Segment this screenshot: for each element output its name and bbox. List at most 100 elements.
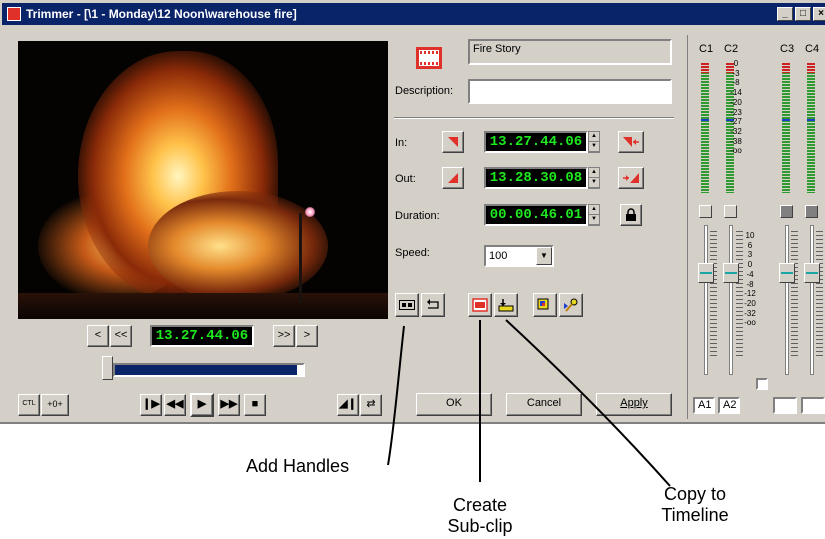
handles-icon — [399, 300, 415, 310]
rewind-button[interactable]: ◀◀ — [164, 394, 186, 416]
in-timecode[interactable]: 13.27.44.06 — [484, 131, 588, 153]
ok-button[interactable]: OK — [416, 393, 492, 416]
speed-select[interactable]: 100 ▼ — [484, 245, 554, 267]
callout-add-handles: Add Handles — [246, 456, 350, 476]
channel-label-c4: C4 — [805, 43, 820, 55]
play-button[interactable]: ▶ — [190, 393, 214, 417]
description-label: Description: — [395, 85, 454, 97]
duration-spinner[interactable]: ▲ ▼ — [588, 204, 600, 226]
clip-icon — [416, 47, 442, 69]
ctl-button[interactable]: CTL — [18, 394, 40, 416]
clip-name-field: Fire Story — [468, 39, 672, 65]
maximize-button[interactable]: □ — [795, 7, 811, 21]
link-checkbox[interactable] — [756, 378, 768, 390]
output-a4[interactable] — [801, 397, 825, 414]
position-bar-fill — [115, 365, 298, 375]
add-handles-button[interactable] — [395, 293, 419, 317]
undo-icon — [427, 299, 439, 309]
video-preview — [18, 41, 388, 319]
undo-handles-button[interactable] — [421, 293, 445, 317]
duration-label: Duration: — [395, 210, 440, 222]
mark-in-icon — [448, 137, 458, 147]
output-a1[interactable]: A1 — [693, 397, 715, 414]
callout-create-subclip-line1: Create — [452, 495, 508, 515]
output-a3[interactable] — [773, 397, 797, 414]
apply-button[interactable]: Apply — [596, 393, 672, 416]
fader-knob-c2[interactable] — [723, 263, 739, 283]
lock-icon — [626, 208, 636, 221]
callout-copy-timeline-line1: Copy to — [663, 484, 727, 504]
timeline-icon — [498, 299, 514, 312]
filmstrip-icon — [472, 298, 488, 312]
channel-label-c2: C2 — [724, 43, 739, 55]
out-label: Out: — [395, 173, 416, 185]
go-to-out-icon — [623, 173, 639, 183]
speed-value: 100 — [489, 250, 508, 262]
minimize-button[interactable]: _ — [777, 7, 793, 21]
channel-label-c1: C1 — [699, 43, 714, 55]
fast-forward-button[interactable]: ▶▶ — [218, 394, 240, 416]
go-to-out-button[interactable] — [618, 167, 644, 189]
fast-forward-jog-button[interactable]: >> — [273, 325, 295, 347]
channel-select-c2[interactable] — [724, 205, 737, 218]
go-to-in-icon — [623, 137, 639, 147]
play-to-out-button[interactable]: ◢❙ — [337, 394, 359, 416]
go-to-in-button[interactable] — [618, 131, 644, 153]
fader-scale: 10 6 3 0 -4 -8 -12 -20 -32 -oo — [744, 231, 756, 328]
channel-label-c3: C3 — [780, 43, 795, 55]
mark-out-button[interactable] — [442, 167, 464, 189]
stop-button[interactable]: ■ — [244, 394, 266, 416]
channel-select-c4[interactable] — [805, 205, 818, 218]
fader-knob-c4[interactable] — [804, 263, 820, 283]
fader-track-c2 — [729, 225, 733, 375]
channel-select-c1[interactable] — [699, 205, 712, 218]
fader-track-c1 — [704, 225, 708, 375]
callout-create-subclip-line2: Sub-clip — [447, 516, 513, 536]
duration-timecode[interactable]: 00.00.46.01 — [484, 204, 588, 226]
mark-out-icon — [448, 173, 458, 183]
level-meter-c1 — [701, 63, 709, 193]
copy-to-timeline-button[interactable] — [494, 293, 518, 317]
close-button[interactable]: × — [813, 7, 825, 21]
chevron-down-icon[interactable]: ▼ — [536, 247, 552, 265]
key-frame-icon — [537, 298, 549, 310]
fader-track-c3 — [785, 225, 789, 375]
mark-in-button[interactable] — [442, 131, 464, 153]
fader-knob-c1[interactable] — [698, 263, 714, 283]
callout-copy-timeline-line2: Timeline — [661, 505, 729, 525]
player-timecode: 13.27.44.06 — [150, 325, 254, 347]
create-subclip-button[interactable] — [468, 293, 492, 317]
trimmer-window: Trimmer - [\1 - Monday\12 Noon\warehouse… — [0, 0, 825, 424]
loop-button[interactable]: ⇄ — [360, 394, 382, 416]
play-reverse-frame-button[interactable]: ❙▶ — [140, 394, 162, 416]
description-input[interactable] — [468, 79, 672, 104]
key-icon — [564, 298, 578, 312]
speed-label: Speed: — [395, 247, 430, 259]
position-slider-thumb[interactable] — [102, 356, 113, 380]
cancel-button[interactable]: Cancel — [506, 393, 582, 416]
fast-back-button[interactable]: << — [110, 325, 132, 347]
window-title: Trimmer - [\1 - Monday\12 Noon\warehouse… — [26, 7, 297, 21]
channel-select-c3[interactable] — [780, 205, 793, 218]
zero-button[interactable]: +0+ — [41, 394, 69, 416]
in-spinner[interactable]: ▲ ▼ — [588, 131, 600, 153]
out-spinner[interactable]: ▲ ▼ — [588, 167, 600, 189]
audio-mixer: C1 C2 C3 C4 0 -3 -8 -14 -20 -23 -27 -32 -38 -oo 1… — [687, 35, 825, 419]
app-icon — [7, 7, 21, 21]
in-label: In: — [395, 137, 408, 149]
lock-duration-button[interactable] — [620, 204, 642, 226]
level-meter-c4 — [807, 63, 815, 193]
fader-knob-c3[interactable] — [779, 263, 795, 283]
output-a2[interactable]: A2 — [718, 397, 740, 414]
out-timecode[interactable]: 13.28.30.08 — [484, 167, 588, 189]
position-bar[interactable] — [113, 363, 305, 377]
key-settings-button[interactable] — [559, 293, 583, 317]
step-back-button[interactable]: < — [87, 325, 109, 347]
step-forward-button[interactable]: > — [296, 325, 318, 347]
fader-track-c4 — [810, 225, 814, 375]
key-frame-button[interactable] — [533, 293, 557, 317]
divider — [394, 117, 674, 119]
title-bar[interactable]: Trimmer - [\1 - Monday\12 Noon\warehouse… — [2, 3, 825, 25]
level-meter-c3 — [782, 63, 790, 193]
meter-scale: 0 -3 -8 -14 -20 -23 -27 -32 -38 -oo — [730, 59, 742, 156]
